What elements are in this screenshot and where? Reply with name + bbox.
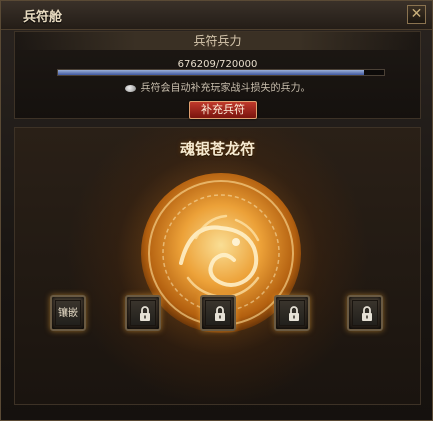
- lock-icon: [289, 306, 299, 321]
- locked-slot[interactable]: [347, 295, 383, 331]
- locked-slot[interactable]: [274, 295, 310, 331]
- inlay-slot-label: 镶嵌: [58, 308, 78, 319]
- lock-icon: [362, 306, 372, 321]
- soldier-power-bar: [57, 69, 385, 76]
- auto-refill-hint-text: 兵符会自动补充玩家战斗损失的兵力。: [140, 83, 311, 94]
- locked-slot[interactable]: [125, 295, 161, 331]
- talisman-cabin-window: 兵符舱 ✕ 兵符兵力 676209/720000 兵符会自动补充玩家战斗损失的兵…: [0, 0, 433, 421]
- talisman-name: 魂银苍龙符: [179, 140, 255, 158]
- auto-refill-hint: 兵符会自动补充玩家战斗损失的兵力。: [15, 82, 420, 96]
- inlay-slot[interactable]: 镶嵌: [50, 295, 86, 331]
- lock-icon: [215, 306, 225, 321]
- title-bar[interactable]: 兵符舱 ✕: [1, 1, 432, 30]
- bullet-icon: [124, 84, 136, 92]
- soldier-power-panel: 兵符兵力 676209/720000 兵符会自动补充玩家战斗损失的兵力。 补充兵…: [14, 31, 421, 119]
- window-title: 兵符舱: [23, 10, 63, 25]
- close-icon: ✕: [410, 6, 423, 22]
- soldier-power-header: 兵符兵力: [15, 32, 420, 50]
- close-button[interactable]: ✕: [407, 5, 426, 24]
- supply-talisman-button[interactable]: 补充兵符: [189, 101, 257, 119]
- talisman-panel: 魂银苍龙符 镶嵌: [14, 127, 421, 405]
- locked-slot[interactable]: [200, 295, 236, 331]
- soldier-power-bar-fill: [58, 70, 365, 75]
- lock-icon: [140, 306, 150, 321]
